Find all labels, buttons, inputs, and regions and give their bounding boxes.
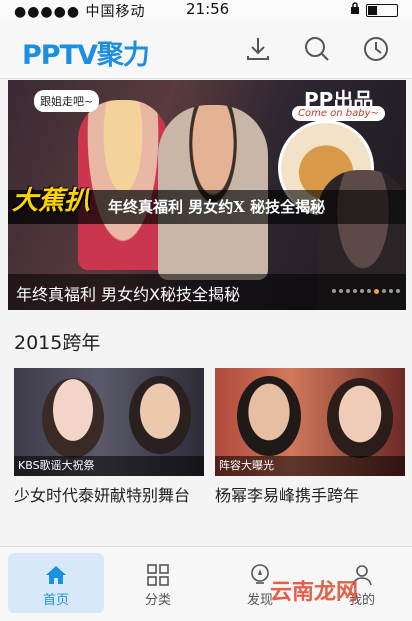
search-icon[interactable] <box>302 34 332 64</box>
status-icons <box>350 2 398 18</box>
thumbnail-face <box>42 378 104 458</box>
video-thumbnail[interactable]: KBS歌谣大祝祭 <box>14 368 204 476</box>
carousel-dot[interactable] <box>353 289 357 293</box>
thumbnail-face <box>129 376 191 454</box>
banner-caption-bar: 年终真福利 男女约X秘技全揭秘 <box>8 274 406 310</box>
video-title[interactable]: 杨幂李易峰携手跨年 <box>215 484 405 507</box>
thumbnail-face <box>237 376 301 456</box>
video-tag: 阵容大曝光 <box>215 456 405 476</box>
tab-home[interactable]: 首页 <box>8 553 104 613</box>
tab-categories[interactable]: 分类 <box>110 553 206 613</box>
grid-icon <box>146 563 170 587</box>
carousel-dot[interactable] <box>332 289 336 293</box>
video-card[interactable]: KBS歌谣大祝祭 少女时代泰妍献特别舞台 <box>14 368 204 507</box>
video-card[interactable]: 阵容大曝光 杨幂李易峰携手跨年 <box>215 368 405 507</box>
carousel-dot[interactable] <box>346 289 350 293</box>
video-tag: KBS歌谣大祝祭 <box>14 456 204 476</box>
status-bar: ●●●●● 中国移动 21:56 <box>0 0 412 20</box>
thumbnail-face <box>327 378 393 458</box>
download-icon[interactable] <box>243 34 273 64</box>
carrier-label: ●●●●● 中国移动 <box>14 4 146 20</box>
watermark: 云南龙网 <box>270 580 359 605</box>
tab-label: 分类 <box>144 593 171 608</box>
home-icon <box>44 563 68 587</box>
carousel-dot[interactable] <box>396 289 400 293</box>
video-title[interactable]: 少女时代泰妍献特别舞台 <box>14 484 204 507</box>
banner-carousel[interactable]: 跟姐走吧~ PP出品 Come on baby~ 大蕉扒 年终真福利 男女约X … <box>8 80 406 310</box>
discover-icon <box>248 563 272 587</box>
carousel-dot[interactable] <box>382 289 386 293</box>
banner-caption: 年终真福利 男女约X秘技全揭秘 <box>16 285 241 304</box>
tab-label: 首页 <box>42 593 69 608</box>
app-logo[interactable]: PPTV聚力 <box>22 33 150 72</box>
lock-icon <box>350 2 360 18</box>
carousel-dot[interactable] <box>389 289 393 293</box>
show-logo: 大蕉扒 <box>12 186 91 216</box>
promo-text: 年终真福利 男女约X 秘技全揭秘 <box>108 198 326 216</box>
video-thumbnail[interactable]: 阵容大曝光 <box>215 368 405 476</box>
banner-image-woman <box>78 100 168 270</box>
speech-bubble-right: Come on baby~ <box>292 106 385 121</box>
carousel-dots <box>332 288 400 294</box>
app-header: PPTV聚力 <box>0 20 412 79</box>
speech-bubble: 跟姐走吧~ <box>34 90 100 112</box>
carousel-dot[interactable] <box>339 289 343 293</box>
battery-icon <box>366 3 398 17</box>
clock: 21:56 <box>186 0 230 18</box>
carousel-dot[interactable] <box>367 289 371 293</box>
carousel-dot[interactable] <box>360 289 364 293</box>
section-title: 2015跨年 <box>14 332 101 354</box>
carousel-dot[interactable] <box>374 288 379 294</box>
history-icon[interactable] <box>361 34 391 64</box>
